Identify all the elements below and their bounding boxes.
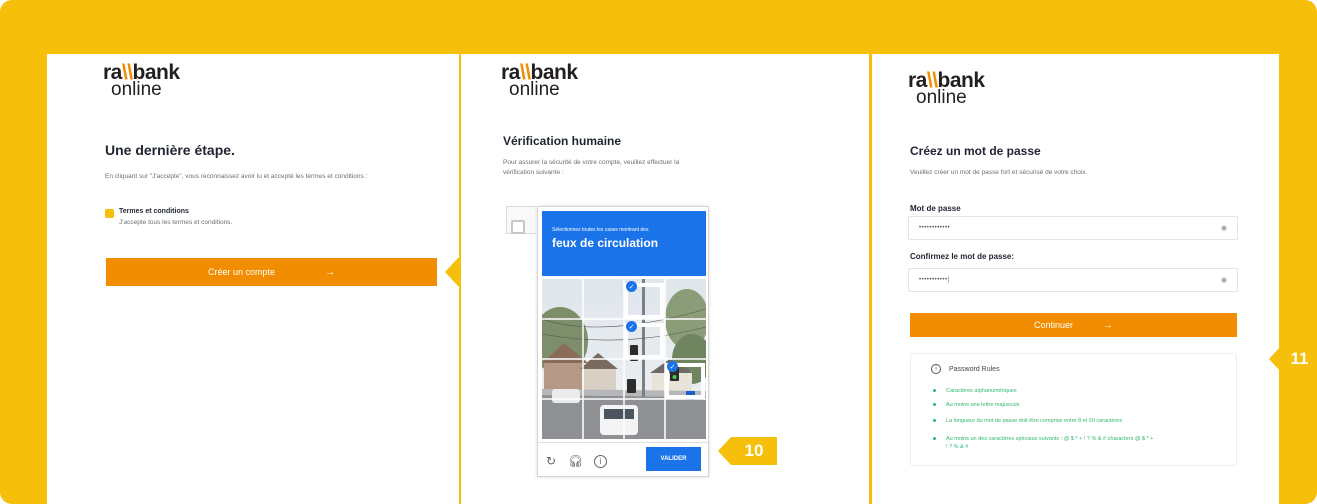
selected-check-icon: ✓ — [667, 361, 678, 372]
password-rules-title: i Password Rules — [931, 364, 1000, 374]
password-rules-box: i Password Rules Caractères alphanumériq… — [910, 353, 1237, 466]
info-icon: i — [931, 364, 941, 374]
rules-title-text: Password Rules — [949, 365, 1000, 373]
captcha-instruction: Sélectionnez toutes les cases montrant d… — [552, 227, 649, 233]
create-password-panel: ra\\bank online Créez un mot de passe Ve… — [872, 54, 1279, 504]
page-title: Vérification humaine — [503, 134, 622, 148]
tutorial-frame: ra\\bank online Une dernière étape. En c… — [0, 0, 1317, 504]
step-final-panel: ra\\bank online Une dernière étape. En c… — [47, 54, 459, 504]
terms-title[interactable]: Termes et conditions — [119, 208, 189, 215]
page-description: Veuillez créer un mot de passe fort et s… — [910, 169, 1088, 176]
page-title: Créez un mot de passe — [910, 144, 1041, 158]
rawbank-logo: ra\\bank online — [103, 61, 180, 100]
password-label: Mot de passe — [910, 204, 961, 213]
show-password-icon[interactable]: ◉ — [1221, 276, 1227, 284]
captcha-checkbox[interactable] — [511, 220, 525, 234]
captcha-image-grid[interactable]: ✓ ✓ ✓ — [542, 279, 706, 439]
password-value: •••••••••••• — [919, 225, 951, 231]
step-callout-11: 11 — [1269, 345, 1317, 373]
rule-item: La longueur du mot de passe doit être co… — [933, 417, 1223, 425]
captcha-target: feux de circulation — [552, 236, 659, 250]
captcha-header: Sélectionnez toutes les cases montrant d… — [542, 211, 706, 276]
reload-icon[interactable]: ↻ — [546, 454, 556, 468]
rawbank-logo: ra\\bank online — [501, 61, 578, 100]
page-title: Une dernière étape. — [105, 142, 235, 158]
info-icon[interactable]: i — [594, 455, 607, 468]
create-account-label: Créer un compte — [207, 267, 276, 277]
continue-button[interactable]: Continuer → — [910, 313, 1237, 337]
continue-label: Continuer — [1033, 320, 1074, 330]
rule-item: Caractères alphanumériques — [933, 387, 1223, 395]
confirm-password-value: •••••••••••| — [919, 277, 950, 283]
selected-check-icon: ✓ — [626, 281, 637, 292]
terms-checkbox[interactable] — [105, 209, 114, 218]
verify-button[interactable]: VALIDER — [646, 447, 701, 471]
arrow-right-icon: → — [1103, 319, 1114, 331]
step-callout-10: 10 — [718, 437, 777, 465]
audio-icon[interactable]: 🎧︎ — [568, 454, 583, 468]
rule-item: Au moins un des caractères spéciaux suiv… — [933, 435, 1223, 451]
show-password-icon[interactable]: ◉ — [1221, 224, 1227, 232]
human-verification-panel: ra\\bank online Vérification humaine Pou… — [461, 54, 869, 504]
captcha-challenge: Sélectionnez toutes les cases montrant d… — [537, 206, 709, 477]
terms-subtitle: J'accepte tous les termes et conditions. — [119, 219, 233, 226]
confirm-password-label: Confirmez le mot de passe: — [910, 252, 1015, 261]
rawbank-logo: ra\\bank online — [908, 69, 985, 108]
captcha-divider — [538, 442, 708, 443]
rule-item: Au moins une lettre majuscule — [933, 401, 1223, 409]
password-field[interactable]: •••••••••••• ◉ — [908, 216, 1238, 240]
page-description: En cliquant sur "J'accepte", vous reconn… — [105, 173, 368, 180]
arrow-right-icon: → — [325, 266, 336, 278]
create-account-button[interactable]: Créer un compte → — [106, 258, 437, 286]
confirm-password-field[interactable]: •••••••••••| ◉ — [908, 268, 1238, 292]
selected-check-icon: ✓ — [626, 321, 637, 332]
page-description: Pour assurer la sécurité de votre compte… — [503, 159, 680, 176]
